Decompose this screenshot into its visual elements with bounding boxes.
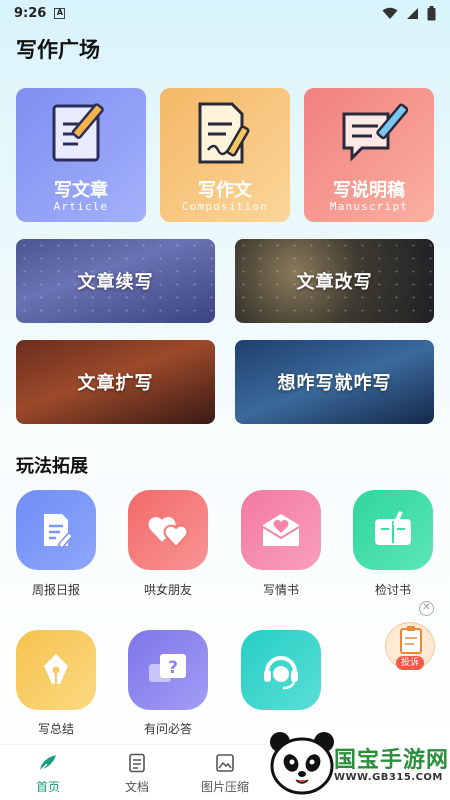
close-icon[interactable]: ✕ (419, 601, 434, 616)
nav-documents[interactable]: 文档 (105, 745, 169, 800)
document-icon (44, 514, 73, 549)
card-label: 文章扩写 (77, 373, 154, 394)
card-label: 文章续写 (77, 272, 154, 293)
self-criticism-button[interactable] (353, 490, 433, 570)
status-bar: 9:26 A (0, 0, 450, 26)
section-title: 玩法拓展 (16, 456, 88, 477)
write-summary-button[interactable] (16, 630, 96, 710)
feather-icon (38, 755, 56, 773)
nav-label: 图片压缩 (200, 780, 249, 794)
card-title: 写说明稿 (333, 180, 405, 201)
hearts-icon (148, 517, 189, 549)
write-manuscript-card[interactable]: 写说明稿 Manuscript (304, 88, 434, 222)
manuscript-chat-icon (342, 103, 408, 162)
complaint-label: 投诉 (396, 656, 424, 670)
panda-logo-icon (270, 732, 334, 795)
notification-a-icon: A (54, 7, 66, 19)
fountain-pen-icon (44, 654, 68, 684)
qa-button[interactable]: ? (128, 630, 208, 710)
watermark-url: WWW.GB315.COM (334, 772, 443, 783)
free-writing-card[interactable]: 想咋写就咋写 (235, 340, 434, 424)
write-article-card[interactable]: 写文章 Article (16, 88, 146, 222)
card-label: 想咋写就咋写 (277, 373, 392, 394)
nav-label: 首页 (35, 780, 60, 794)
tile-label: 检讨书 (374, 583, 411, 597)
support-button[interactable] (241, 630, 321, 710)
expand-writing-card[interactable]: 文章扩写 (16, 340, 215, 424)
nav-label: 文档 (124, 780, 149, 794)
tile-label: 写情书 (262, 583, 299, 597)
article-notebook-icon (52, 103, 104, 162)
tile-label: 哄女朋友 (143, 583, 192, 597)
composition-paper-icon (198, 102, 250, 164)
continue-writing-card[interactable]: 文章续写 (16, 239, 215, 323)
svg-text:?: ? (168, 658, 178, 678)
card-subtitle: Article (53, 200, 109, 213)
card-title: 写文章 (54, 180, 108, 201)
status-icons (382, 6, 436, 21)
signal-icon (407, 8, 418, 19)
tile-label: 周报日报 (31, 583, 80, 597)
tile-label: 有问必答 (143, 722, 192, 736)
coax-girlfriend-button[interactable] (128, 490, 208, 570)
watermark-brand: 国宝手游网 (334, 748, 450, 773)
card-label: 文章改写 (296, 272, 373, 293)
question-chat-icon: ? (149, 654, 186, 682)
doc-list-icon (129, 753, 145, 773)
card-title: 写作文 (198, 180, 252, 201)
rewrite-card[interactable]: 文章改写 (235, 239, 434, 323)
tile-label: 写总结 (37, 722, 74, 736)
nav-home[interactable]: 首页 (16, 745, 80, 800)
notebook-pen-icon (375, 511, 411, 545)
card-subtitle: Manuscript (329, 200, 409, 213)
nav-image-compress[interactable]: 图片压缩 (193, 745, 257, 800)
weekly-daily-report-button[interactable] (16, 490, 96, 570)
page-title: 写作广场 (16, 38, 100, 62)
battery-icon (427, 6, 436, 21)
headset-icon (264, 656, 298, 690)
wifi-icon (382, 7, 398, 19)
status-time: 9:26 (14, 5, 47, 21)
love-letter-button[interactable] (241, 490, 321, 570)
love-letter-icon (262, 514, 300, 546)
card-subtitle: Composition (181, 200, 269, 213)
write-composition-card[interactable]: 写作文 Composition (160, 88, 290, 222)
image-icon (216, 754, 234, 772)
